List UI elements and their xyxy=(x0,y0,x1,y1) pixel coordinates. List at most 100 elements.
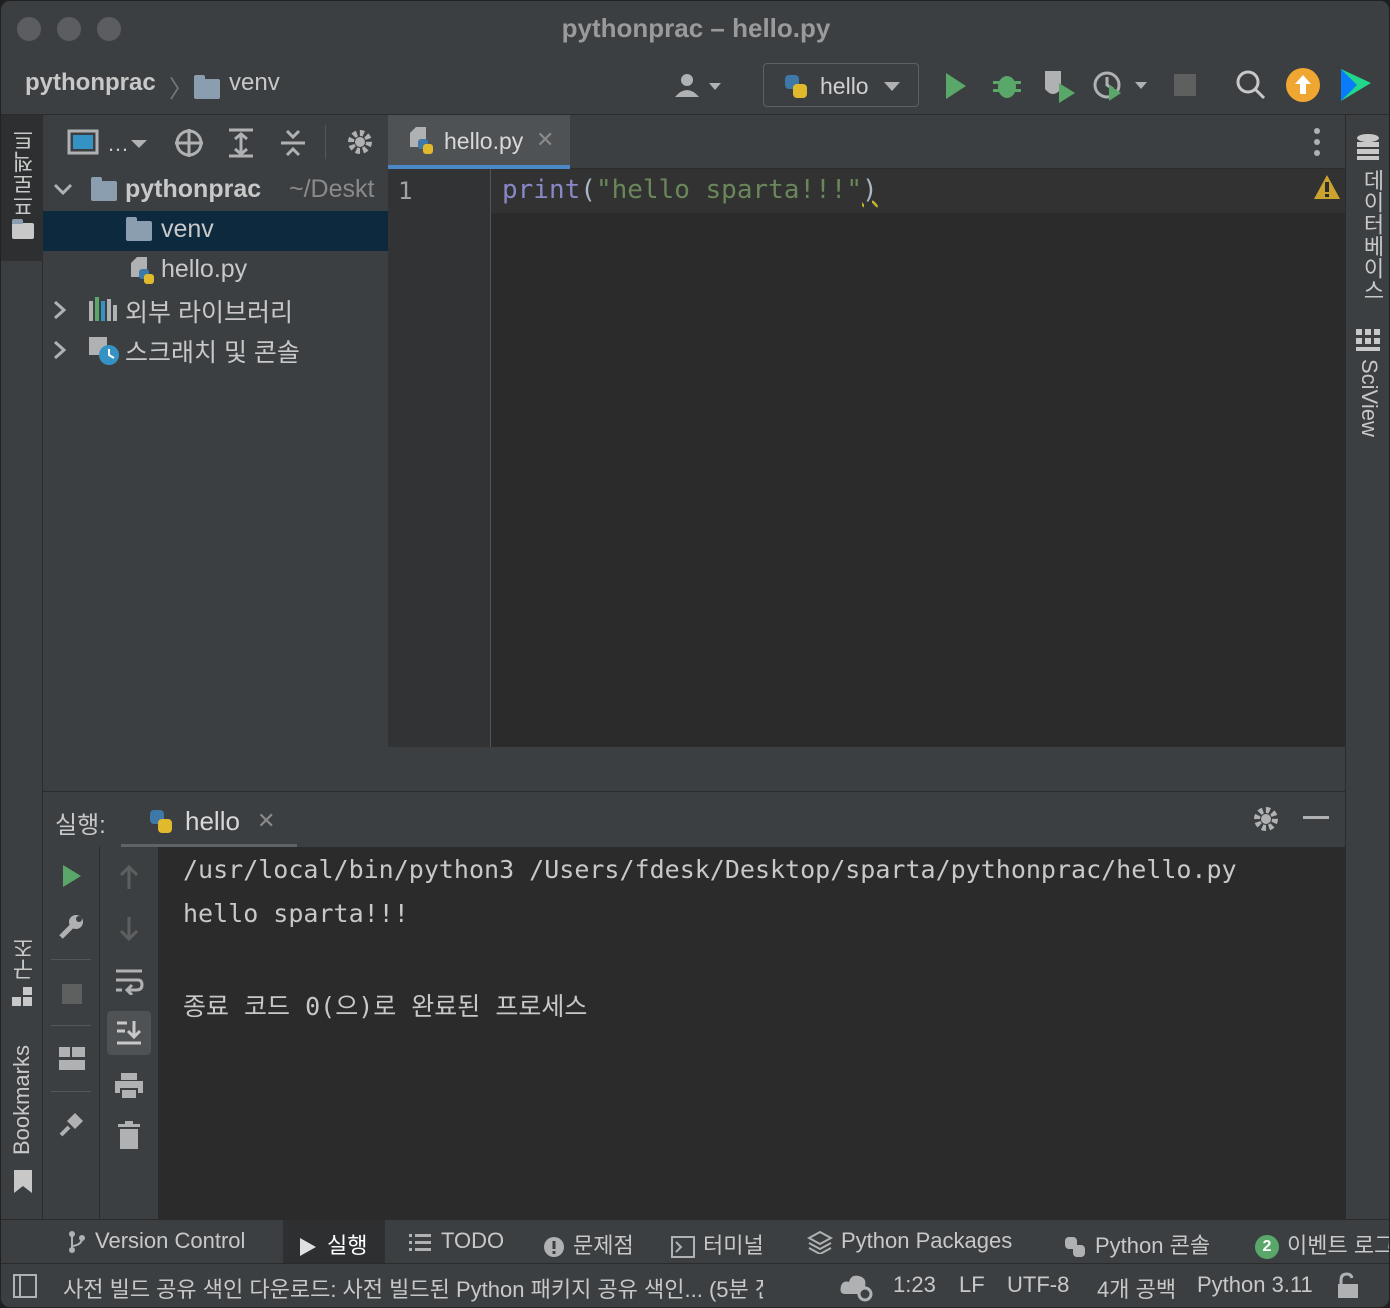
project-pane: … pythonprac ~/Deskt venv hello.py 외부 라이… xyxy=(43,115,388,791)
tab-run[interactable]: 실행 xyxy=(299,1228,367,1260)
console-line: hello sparta!!! xyxy=(183,899,409,928)
cursor-position[interactable]: 1:23 xyxy=(893,1272,936,1298)
locate-file-icon[interactable] xyxy=(173,127,205,159)
pin-icon[interactable] xyxy=(57,1109,87,1139)
run-config-selector[interactable]: hello xyxy=(763,63,919,107)
run-tab-hello[interactable]: hello ✕ xyxy=(121,796,297,848)
collapse-all-icon[interactable] xyxy=(279,127,307,159)
file-encoding[interactable]: UTF-8 xyxy=(1007,1272,1069,1298)
warning-icon[interactable] xyxy=(1312,173,1342,203)
tab-label: Version Control xyxy=(95,1228,246,1253)
tab-version-control[interactable]: Version Control xyxy=(67,1228,245,1254)
layout-icon[interactable] xyxy=(59,1047,85,1071)
line-separator[interactable]: LF xyxy=(959,1272,985,1298)
arrow-up-icon[interactable] xyxy=(118,863,140,891)
coverage-icon[interactable] xyxy=(1041,69,1077,103)
user-icon[interactable] xyxy=(673,71,725,101)
editor-tab-label: hello.py xyxy=(444,128,524,154)
wrench-icon[interactable] xyxy=(57,913,85,941)
toggle-tool-windows-icon[interactable] xyxy=(13,1274,37,1298)
code-editor[interactable]: 1 print("hello sparta!!!") xyxy=(388,169,1345,747)
tab-terminal[interactable]: 터미널 xyxy=(671,1228,764,1260)
run-config-label: hello xyxy=(820,73,869,99)
tab-todo[interactable]: TODO xyxy=(409,1228,504,1254)
indent-setting[interactable]: 4개 공백 xyxy=(1097,1272,1176,1304)
bookmarks-tool-tab[interactable]: Bookmarks xyxy=(9,1045,35,1155)
tab-label: 문제점 xyxy=(573,1233,634,1258)
project-tool-tab[interactable]: 프로젝트 xyxy=(1,115,43,261)
tree-item-venv[interactable]: venv xyxy=(43,211,388,251)
editor-tab-bar: hello.py ✕ xyxy=(388,115,1345,169)
trash-icon[interactable] xyxy=(117,1121,141,1151)
tree-item-label: hello.py xyxy=(161,255,248,283)
sciview-tool-tab[interactable]: SciView xyxy=(1356,359,1382,437)
code-line-1[interactable]: print("hello sparta!!!") xyxy=(502,175,878,205)
code-with-me-icon[interactable] xyxy=(1337,67,1373,103)
database-tool-tab[interactable]: 데이터베이스 xyxy=(1356,169,1388,301)
tab-event-log[interactable]: 2 이벤트 로그 xyxy=(1255,1228,1390,1260)
breadcrumb-project[interactable]: pythonprac xyxy=(25,69,156,97)
minimize-icon[interactable] xyxy=(1303,816,1329,822)
python-icon xyxy=(1065,1237,1085,1258)
more-options-icon[interactable] xyxy=(1312,127,1322,157)
editor-tab-hello-py[interactable]: hello.py ✕ xyxy=(388,115,570,169)
right-tool-strip: 데이터베이스 SciView xyxy=(1345,115,1389,1219)
toolbar-divider xyxy=(325,125,326,159)
lock-icon[interactable] xyxy=(1335,1272,1361,1300)
run-icon[interactable] xyxy=(943,71,969,101)
stop-icon[interactable] xyxy=(1173,73,1197,97)
left-tool-strip: 프로젝트 구조 Bookmarks xyxy=(1,115,43,1219)
sciview-icon xyxy=(1356,329,1380,351)
tree-item-scratches[interactable]: 스크래치 및 콘솔 xyxy=(43,329,388,369)
rerun-icon[interactable] xyxy=(61,863,83,889)
scroll-to-end-button[interactable] xyxy=(107,1011,151,1055)
profile-icon[interactable] xyxy=(1091,69,1151,103)
print-icon[interactable] xyxy=(114,1071,144,1101)
tab-python-console[interactable]: Python 콘솔 xyxy=(1063,1228,1210,1260)
expand-all-icon[interactable] xyxy=(227,127,255,159)
gear-icon[interactable] xyxy=(345,127,375,157)
tree-item-label: 스크래치 및 콘솔 xyxy=(125,339,300,367)
database-icon xyxy=(1357,134,1379,160)
console-output[interactable]: /usr/local/bin/python3 /Users/fdesk/Desk… xyxy=(158,847,1345,1219)
bottom-tool-bar: Version Control 실행 TODO 문제점 터미널 Python P… xyxy=(1,1219,1390,1264)
run-panel-label: 실행: xyxy=(55,812,106,839)
close-icon[interactable]: ✕ xyxy=(257,808,275,834)
chevron-down-icon[interactable] xyxy=(53,183,73,197)
close-icon[interactable]: ✕ xyxy=(536,127,554,153)
folder-icon xyxy=(126,217,152,241)
debug-icon[interactable] xyxy=(991,69,1023,101)
chevron-right-icon[interactable] xyxy=(53,340,67,360)
terminal-icon xyxy=(671,1236,695,1259)
stop-icon[interactable] xyxy=(61,983,83,1005)
tree-root-pythonprac[interactable]: pythonprac ~/Deskt xyxy=(43,171,388,211)
tree-item-external-libraries[interactable]: 외부 라이브러리 xyxy=(43,289,388,329)
toolbar-divider xyxy=(51,1091,91,1092)
code-paren-close: ) xyxy=(862,175,878,205)
project-folder-icon xyxy=(12,219,34,239)
tab-problems[interactable]: 문제점 xyxy=(543,1228,634,1260)
search-icon[interactable] xyxy=(1235,69,1267,101)
arrow-down-icon[interactable] xyxy=(118,915,140,943)
tree-item-hello-py[interactable]: hello.py xyxy=(43,251,388,291)
toolbar-divider xyxy=(51,1025,91,1026)
run-tab-label: hello xyxy=(185,806,240,836)
tab-label: TODO xyxy=(441,1228,505,1253)
title-bar: pythonprac – hello.py xyxy=(1,1,1389,57)
tab-label: 이벤트 로그 xyxy=(1287,1233,1390,1258)
update-icon[interactable] xyxy=(1285,67,1321,103)
gear-icon[interactable] xyxy=(1251,804,1281,834)
scroll-to-end-icon xyxy=(117,1021,142,1045)
structure-tool-tab[interactable]: 구조 xyxy=(9,937,41,981)
code-function: print xyxy=(502,175,581,205)
soft-wrap-icon[interactable] xyxy=(114,967,144,995)
breadcrumb-venv[interactable]: venv xyxy=(229,69,280,97)
cloud-settings-icon[interactable] xyxy=(839,1270,875,1302)
event-count-badge: 2 xyxy=(1255,1235,1279,1260)
tree-root-label: pythonprac xyxy=(125,175,262,203)
tab-python-packages[interactable]: Python Packages xyxy=(806,1228,1012,1256)
view-selector-icon[interactable]: … xyxy=(67,129,151,157)
status-message[interactable]: 사전 빌드 공유 색인 다운로드: 사전 빌드된 Python 패키지 공유 색… xyxy=(63,1272,763,1304)
python-interpreter[interactable]: Python 3.11 xyxy=(1197,1272,1313,1298)
chevron-right-icon[interactable] xyxy=(53,300,67,320)
